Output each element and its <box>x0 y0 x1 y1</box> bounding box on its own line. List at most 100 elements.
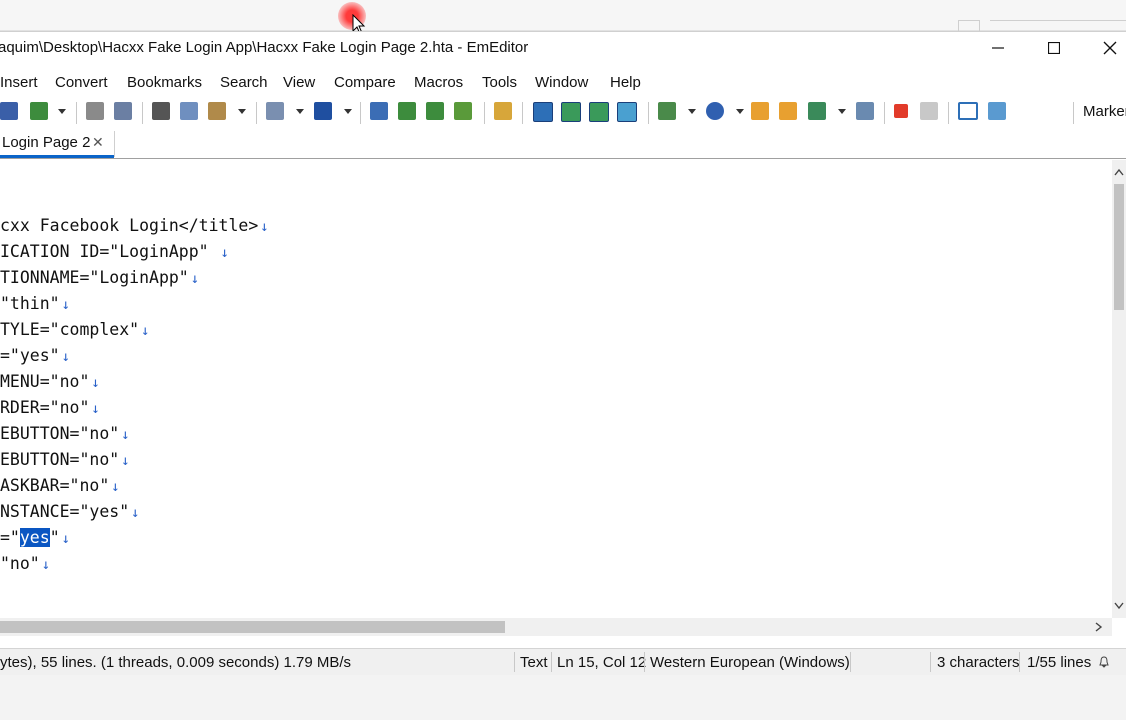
menu-view[interactable]: View <box>283 74 315 91</box>
vertical-scroll-thumb[interactable] <box>1114 184 1124 310</box>
reload-icon[interactable] <box>30 102 48 120</box>
split-window-icon[interactable] <box>958 102 978 120</box>
macro-run-icon[interactable] <box>751 102 769 120</box>
find-in-files-icon[interactable] <box>494 102 512 120</box>
code-line: "no" ↓ <box>0 554 51 573</box>
newline-mark: ↓ <box>141 323 150 339</box>
maximize-button[interactable] <box>1031 32 1077 64</box>
status-encoding[interactable]: Western European (Windows) <box>650 654 850 671</box>
newline-mark: ↓ <box>121 427 130 443</box>
menu-bar: Insert Convert Bookmarks Search View Com… <box>0 70 1126 96</box>
code-line: MENU="no" ↓ <box>0 372 100 391</box>
code-line: ICATION ID="LoginApp" ↓ <box>0 242 229 261</box>
tab-label: Login Page 2 <box>2 134 91 151</box>
code-line: RDER="no" ↓ <box>0 398 100 417</box>
highlight-icon[interactable] <box>561 102 581 122</box>
code-line: "thin" ↓ <box>0 294 71 313</box>
list-icon[interactable] <box>856 102 874 120</box>
print-icon[interactable] <box>86 102 104 120</box>
code-line: TYLE="complex" ↓ <box>0 320 150 339</box>
encoding-dropdown-icon[interactable] <box>736 109 744 114</box>
cut-icon[interactable] <box>152 102 170 120</box>
text-selection[interactable]: yes <box>19 528 50 547</box>
menu-tools[interactable]: Tools <box>482 74 517 91</box>
toolbar-separator <box>256 102 257 124</box>
scroll-up-icon[interactable] <box>1114 168 1124 176</box>
outline-icon[interactable] <box>617 102 637 122</box>
macro-dropdown-icon[interactable] <box>838 109 846 114</box>
scroll-right-icon[interactable] <box>1095 622 1103 632</box>
customize-icon[interactable] <box>988 102 1006 120</box>
play-icon[interactable] <box>920 102 938 120</box>
save-icon[interactable] <box>0 102 18 120</box>
status-selection: 3 characters <box>937 654 1020 671</box>
horizontal-scrollbar[interactable] <box>0 618 1112 636</box>
toolbar-separator <box>142 102 143 124</box>
find-icon[interactable] <box>370 102 388 120</box>
code-line-selected: ="yes" ↓ <box>0 528 71 547</box>
undo-icon[interactable] <box>266 102 284 120</box>
horizontal-scroll-thumb[interactable] <box>0 621 505 633</box>
newline-mark: ↓ <box>61 531 71 547</box>
redo-dropdown-icon[interactable] <box>344 109 352 114</box>
paste-dropdown-icon[interactable] <box>238 109 246 114</box>
status-position[interactable]: Ln 15, Col 12 <box>557 654 646 671</box>
undo-dropdown-icon[interactable] <box>296 109 304 114</box>
macro-select-icon[interactable] <box>808 102 826 120</box>
menu-bookmarks[interactable]: Bookmarks <box>127 74 202 91</box>
menu-insert[interactable]: Insert <box>0 74 38 91</box>
view-mode-icon[interactable] <box>533 102 553 122</box>
tab-login-page-2[interactable]: Login Page 2 ✕ <box>0 131 115 158</box>
encoding-icon[interactable] <box>706 102 724 120</box>
menu-macros[interactable]: Macros <box>414 74 463 91</box>
config-dropdown-icon[interactable] <box>688 109 696 114</box>
emeditor-window: aquim\Desktop\Hacxx Fake Login App\Hacxx… <box>0 31 1126 675</box>
reload-dropdown-icon[interactable] <box>58 109 66 114</box>
vertical-scrollbar[interactable] <box>1112 160 1126 618</box>
menu-window[interactable]: Window <box>535 74 588 91</box>
status-separator <box>1019 652 1020 672</box>
minimize-button[interactable] <box>975 32 1021 64</box>
newline-mark: ↓ <box>111 479 120 495</box>
toolbar-separator <box>484 102 485 124</box>
replace-icon[interactable] <box>454 102 472 120</box>
code-line: EBUTTON="no" ↓ <box>0 450 130 469</box>
wrap-icon[interactable] <box>589 102 609 122</box>
config-icon[interactable] <box>658 102 676 120</box>
paste-icon[interactable] <box>208 102 226 120</box>
title-bar[interactable]: aquim\Desktop\Hacxx Fake Login App\Hacxx… <box>0 32 1126 64</box>
code-line: TIONNAME="LoginApp" ↓ <box>0 268 200 287</box>
menu-help[interactable]: Help <box>610 74 641 91</box>
maximize-icon <box>1048 42 1060 54</box>
marker-toolbar-label: Marker <box>1083 103 1126 120</box>
status-mode[interactable]: Text <box>520 654 548 671</box>
menu-compare[interactable]: Compare <box>334 74 396 91</box>
newline-mark: ↓ <box>61 349 71 365</box>
background-window-frame <box>958 20 980 31</box>
macro-record-icon[interactable] <box>779 102 797 120</box>
close-icon <box>1103 41 1117 55</box>
close-button[interactable] <box>1087 32 1126 64</box>
find-next-icon[interactable] <box>398 102 416 120</box>
redo-icon[interactable] <box>314 102 332 120</box>
newline-mark: ↓ <box>91 375 100 391</box>
text-editor[interactable]: cxx Facebook Login</title> ↓ ICATION ID="… <box>0 160 1112 618</box>
stop-recording-icon[interactable] <box>894 104 908 118</box>
find-previous-icon[interactable] <box>426 102 444 120</box>
newline-mark: ↓ <box>220 245 229 261</box>
copy-icon[interactable] <box>180 102 198 120</box>
toolbar-separator <box>648 102 649 124</box>
tab-bar: Login Page 2 ✕ <box>0 128 1126 159</box>
notification-bell-icon[interactable] <box>1098 656 1110 668</box>
status-line-count: 1/55 lines <box>1027 654 1092 671</box>
menu-convert[interactable]: Convert <box>55 74 108 91</box>
newline-mark: ↓ <box>121 453 130 469</box>
toolbar-separator <box>1073 102 1074 124</box>
print-preview-icon[interactable] <box>114 102 132 120</box>
newline-mark: ↓ <box>41 557 51 573</box>
tab-close-icon[interactable]: ✕ <box>92 134 104 151</box>
menu-search[interactable]: Search <box>220 74 268 91</box>
status-separator <box>644 652 645 672</box>
scroll-down-icon[interactable] <box>1114 602 1124 610</box>
background-window-strip <box>0 0 1126 31</box>
